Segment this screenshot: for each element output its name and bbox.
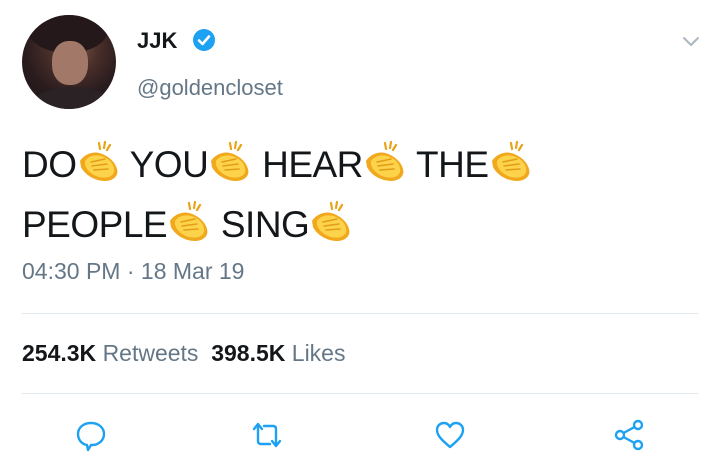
reply-icon[interactable] xyxy=(74,418,108,452)
tweet-word: DO xyxy=(22,144,77,185)
tweet-date: 18 Mar 19 xyxy=(140,258,245,284)
clapping-hands-icon xyxy=(77,141,121,181)
like-count: 398.5K xyxy=(211,340,286,366)
action-bar xyxy=(0,418,720,452)
tweet-text: DO YOU HEAR THE PEOPLE SING xyxy=(22,135,702,255)
tweet-word: YOU xyxy=(129,144,209,185)
clapping-hands-icon xyxy=(309,201,353,241)
clapping-hands-icon xyxy=(167,201,211,241)
verified-badge-icon xyxy=(193,29,215,51)
tweet-time: 04:30 PM xyxy=(22,258,121,284)
chevron-down-icon[interactable] xyxy=(680,30,702,52)
retweets-stat[interactable]: 254.3K Retweets xyxy=(22,340,198,366)
likes-stat[interactable]: 398.5K Likes xyxy=(211,340,345,366)
tweet-word: THE xyxy=(416,144,489,185)
clapping-hands-icon xyxy=(489,141,533,181)
divider xyxy=(22,313,698,314)
tweet-word: PEOPLE xyxy=(22,204,168,245)
share-icon[interactable] xyxy=(612,418,646,452)
clapping-hands-icon xyxy=(363,141,407,181)
clapping-hands-icon xyxy=(208,141,252,181)
profile-avatar[interactable] xyxy=(22,15,116,109)
tweet-word: SING xyxy=(220,204,310,245)
retweets-label: Retweets xyxy=(102,340,199,366)
author-handle[interactable]: @goldencloset xyxy=(137,75,283,101)
avatar-face xyxy=(52,41,88,85)
avatar-shoulder xyxy=(30,87,114,109)
divider xyxy=(22,393,698,394)
tweet-word: HEAR xyxy=(262,144,363,185)
meta-separator: · xyxy=(126,258,135,284)
likes-label: Likes xyxy=(291,340,346,366)
like-icon[interactable] xyxy=(433,418,467,452)
engagement-stats: 254.3K Retweets 398.5K Likes xyxy=(22,340,345,367)
retweet-icon[interactable] xyxy=(250,418,284,452)
retweet-count: 254.3K xyxy=(22,340,97,366)
tweet-timestamp[interactable]: 04:30 PM · 18 Mar 19 xyxy=(22,258,244,285)
author-name[interactable]: JJK xyxy=(137,28,177,54)
